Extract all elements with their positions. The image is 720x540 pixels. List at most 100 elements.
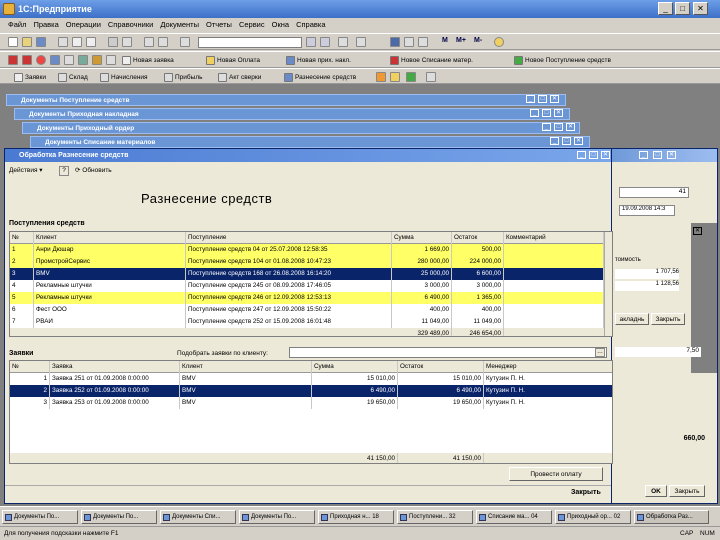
menu-documents[interactable]: Документы (160, 18, 199, 32)
allocation-button[interactable]: Разнесение средств (284, 72, 356, 83)
table-row[interactable]: 6 Фест ООО Поступление средств 247 от 12.0… (10, 304, 604, 316)
settings-icon[interactable] (426, 72, 436, 82)
taskbar-item[interactable]: Документы По... (81, 510, 157, 524)
table-row[interactable]: 3 Заявка 253 от 01.09.2008 0:00:00 BMV 19 6… (10, 397, 612, 409)
new-payment-button[interactable]: Новая Оплата (206, 55, 260, 66)
menu-windows[interactable]: Окна (272, 18, 289, 32)
close-icon[interactable]: ✕ (574, 137, 583, 145)
taskbar-item[interactable]: Списание ма... 04 (476, 510, 552, 524)
wizard-icon[interactable] (494, 37, 504, 47)
warehouse-button[interactable]: Склад (58, 72, 88, 83)
taskbar-item[interactable]: Документы Спи... (160, 510, 236, 524)
minimize-icon[interactable]: _ (542, 123, 551, 131)
new-income-button[interactable]: Новое Поступление средств (514, 55, 611, 66)
requests-table[interactable]: № Заявка Клиент Сумма Остаток Менеджер 1… (9, 360, 613, 464)
close-doc-button[interactable]: Закрыть (669, 485, 705, 497)
orange-icon[interactable] (376, 72, 386, 82)
table-row[interactable]: 2 ПромстройСервис Поступление средств 104 … (10, 256, 604, 268)
table-row[interactable]: 1 Анри Дюшар Поступление средств 04 от 25.… (10, 244, 604, 256)
new-icon[interactable] (8, 37, 18, 47)
reconciliation-button[interactable]: Акт сверки (218, 72, 261, 83)
save-icon[interactable] (36, 37, 46, 47)
menu-reports[interactable]: Отчеты (206, 18, 232, 32)
actions-menu[interactable]: Действия ▾ (9, 164, 43, 178)
close-icon[interactable]: ✕ (554, 109, 563, 117)
undo-icon[interactable] (144, 37, 154, 47)
new-writeoff-button[interactable]: Новое Списание матер. (390, 55, 473, 66)
preview-icon[interactable] (122, 37, 132, 47)
maximize-icon[interactable]: □ (589, 151, 598, 159)
receipts-table[interactable]: № Клиент Поступление Сумма Остаток Комме… (9, 231, 613, 337)
redo-icon[interactable] (158, 37, 168, 47)
close-button[interactable]: ✕ (693, 2, 708, 15)
minimize-button[interactable]: _ (658, 2, 673, 15)
taskbar-item[interactable]: Приходная н... 18 (318, 510, 394, 524)
mark-icon[interactable] (356, 37, 366, 47)
m-icon[interactable]: M (442, 37, 452, 47)
window-order-list[interactable]: Документы Приходный ордер (22, 122, 580, 134)
window-writeoff-list[interactable]: Документы Списание материалов (30, 136, 590, 148)
pay-button[interactable]: Провести оплату (509, 467, 603, 481)
refresh-button[interactable]: ⟳ Обновить (75, 164, 112, 178)
menu-help[interactable]: Справка (296, 18, 325, 32)
menu-service[interactable]: Сервис (239, 18, 265, 32)
maximize-icon[interactable]: □ (653, 151, 662, 159)
close-icon[interactable]: ✕ (693, 227, 702, 235)
help-button[interactable]: ? (59, 166, 69, 176)
search-icon[interactable] (306, 37, 316, 47)
minimize-icon[interactable]: _ (530, 109, 539, 117)
close-icon[interactable]: ✕ (566, 123, 575, 131)
red-icon[interactable] (8, 55, 18, 65)
print-icon[interactable] (108, 37, 118, 47)
new-receipt-button[interactable]: Новая прих. накл. (286, 55, 351, 66)
table-row[interactable]: 1 Заявка 251 от 01.09.2008 0:00:00 BMV 15 0… (10, 373, 612, 385)
taskbar-item[interactable]: Приходный ор... 02 (555, 510, 631, 524)
close-dialog-button[interactable]: Закрыть (571, 489, 601, 496)
find-icon[interactable] (180, 37, 190, 47)
menu-operations[interactable]: Операции (66, 18, 101, 32)
maximize-icon[interactable]: □ (542, 109, 551, 117)
tree-icon[interactable] (78, 55, 88, 65)
close-icon[interactable]: ✕ (667, 151, 676, 159)
table-row[interactable]: 5 Рекламные штучки Поступление средств 246… (10, 292, 604, 304)
m-plus-icon[interactable]: M+ (456, 37, 466, 47)
table-row[interactable]: 3 BMV Поступление средств 168 от 26.08.200… (10, 268, 604, 280)
requests-button[interactable]: Заявки (14, 72, 46, 83)
window-receipts-list[interactable]: Документы Поступление средств (6, 94, 566, 106)
table-row[interactable]: 2 Заявка 252 от 01.09.2008 0:00:00 BMV 6 49… (10, 385, 612, 397)
table-row[interactable]: 7 РВАИ Поступление средств 252 от 15.09.20… (10, 316, 604, 328)
accruals-button[interactable]: Начисления (100, 72, 148, 83)
table-row[interactable]: 4 Рекламные штучки Поступление средств 245… (10, 280, 604, 292)
new-request-button[interactable]: Новая заявка (122, 55, 174, 66)
search-input[interactable] (198, 37, 302, 48)
number-field[interactable]: 41 (619, 187, 689, 198)
maximize-button[interactable]: □ (675, 2, 690, 15)
maximize-icon[interactable]: □ (562, 137, 571, 145)
paste-icon[interactable] (86, 37, 96, 47)
list-icon[interactable] (64, 55, 74, 65)
check-icon[interactable] (406, 72, 416, 82)
calculator-icon[interactable] (390, 37, 400, 47)
minimize-icon[interactable]: _ (526, 95, 535, 103)
minimize-icon[interactable]: _ (639, 151, 648, 159)
minimize-icon[interactable]: _ (550, 137, 559, 145)
profit-button[interactable]: Прибыль (164, 72, 203, 83)
close-icon[interactable]: ✕ (550, 95, 559, 103)
menu-edit[interactable]: Правка (33, 18, 58, 32)
date-field[interactable]: 19.09.2008 14:3 (619, 205, 675, 216)
person-icon[interactable] (92, 55, 102, 65)
select-icon[interactable]: … (595, 348, 605, 357)
m-minus-icon[interactable]: M- (474, 37, 484, 47)
cut-icon[interactable] (58, 37, 68, 47)
open-icon[interactable] (22, 37, 32, 47)
replace-icon[interactable] (338, 37, 348, 47)
taskbar-item[interactable]: Обработка Раз... (634, 510, 709, 524)
minimize-icon[interactable]: _ (577, 151, 586, 159)
rows-button[interactable]: акладнь (615, 313, 649, 325)
taskbar-item[interactable]: Документы По... (2, 510, 78, 524)
copy-icon[interactable] (72, 37, 82, 47)
search-next-icon[interactable] (320, 37, 330, 47)
calendar-icon[interactable] (404, 37, 414, 47)
close-icon[interactable]: ✕ (601, 151, 610, 159)
flag-icon[interactable] (22, 55, 32, 65)
